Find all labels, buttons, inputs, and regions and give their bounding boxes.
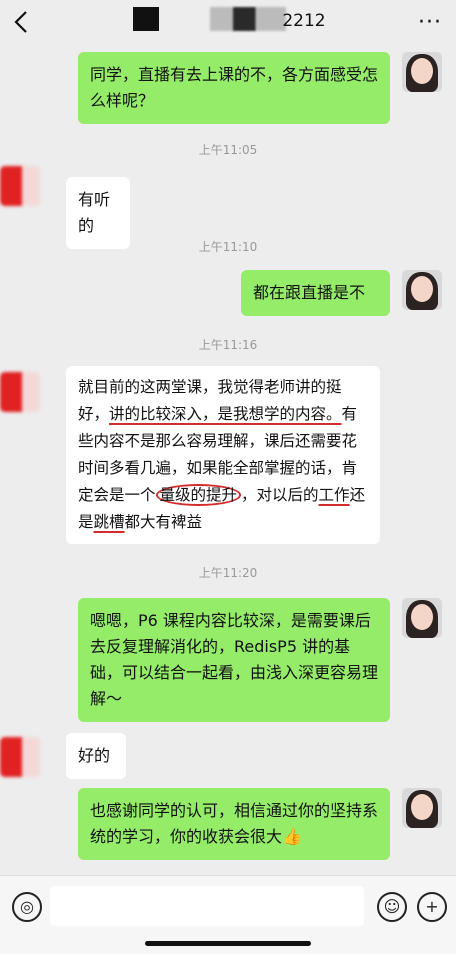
- message-timestamp: 上午11:10: [198, 240, 258, 254]
- message-bubble-sent: 嗯嗯，P6 课程内容比较深，是需要课后去反复理解消化的，RedisP5 讲的基础…: [78, 598, 390, 722]
- message-timestamp: 上午11:05: [198, 143, 258, 157]
- avatar[interactable]: [402, 270, 442, 310]
- avatar[interactable]: [402, 788, 442, 828]
- chat-title: 2212: [282, 11, 326, 31]
- home-indicator: [145, 941, 311, 946]
- message-timestamp: 上午11:20: [198, 566, 258, 580]
- avatar[interactable]: [402, 598, 442, 638]
- avatar[interactable]: [402, 52, 442, 92]
- message-bubble-sent: 都在跟直播是不: [241, 270, 390, 316]
- message-bubble-sent: 也感谢同学的认可，相信通过你的坚持系统的学习，你的收获会很大👍: [78, 788, 390, 860]
- message-bubble-received: 好的: [66, 733, 126, 779]
- voice-icon[interactable]: ◎: [12, 892, 42, 922]
- message-bubble-sent: 同学，直播有去上课的不，各方面感受怎么样呢？: [78, 52, 390, 124]
- avatar[interactable]: [0, 372, 40, 412]
- emoji-icon[interactable]: ☺: [377, 892, 407, 922]
- avatar[interactable]: [0, 166, 40, 206]
- avatar[interactable]: [0, 737, 40, 777]
- message-composer: ◎ ☺ +: [0, 875, 456, 954]
- message-bubble-received: 就目前的这两堂课，我觉得老师讲的挺好，讲的比较深入，是我想学的内容。有些内容不是…: [66, 366, 380, 544]
- more-dots-icon[interactable]: ···: [418, 10, 442, 35]
- plus-icon[interactable]: +: [417, 892, 447, 922]
- chat-header: 2212 ···: [0, 0, 456, 44]
- message-timestamp: 上午11:16: [198, 338, 258, 352]
- message-input[interactable]: [50, 886, 364, 926]
